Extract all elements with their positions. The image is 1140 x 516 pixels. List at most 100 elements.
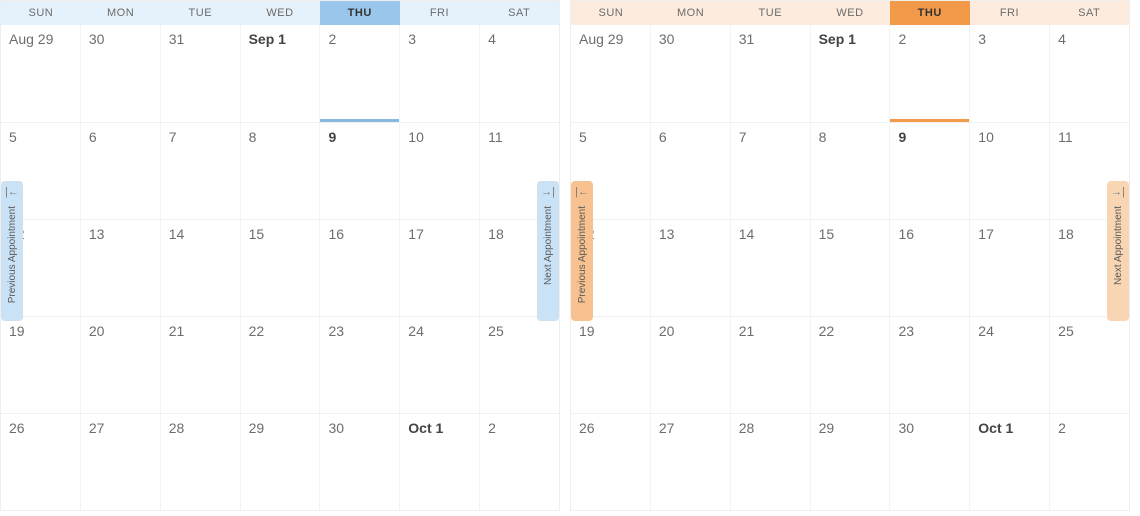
calendar-day[interactable]: 17 [970, 220, 1050, 316]
calendar-day[interactable]: 30 [81, 25, 161, 122]
calendar-day[interactable]: 15 [811, 220, 891, 316]
day-label: 21 [169, 323, 185, 339]
calendar-day[interactable]: 31 [731, 25, 811, 122]
next-appointment-button[interactable]: →| Next Appointment [1107, 181, 1129, 321]
calendar-day[interactable]: 22 [811, 317, 891, 413]
calendar-day-today[interactable]: 2 [890, 25, 970, 122]
calendar-day[interactable]: 30 [890, 414, 970, 510]
calendar-day[interactable]: 14 [161, 220, 241, 316]
day-label: 29 [819, 420, 835, 436]
calendar-day[interactable]: Sep 1 [811, 25, 891, 122]
calendar-grid: Aug 29 30 31 Sep 1 2 3 4 5 6 7 8 9 10 11… [1, 25, 559, 510]
calendar-day[interactable]: 13 [651, 220, 731, 316]
day-label: 9 [328, 129, 336, 145]
day-label: 8 [819, 129, 827, 145]
arrow-right-icon: →| [1111, 187, 1125, 198]
previous-appointment-label: Previous Appointment [577, 206, 588, 303]
calendar-day[interactable]: 24 [400, 317, 480, 413]
arrow-left-icon: |← [575, 187, 589, 198]
next-appointment-label: Next Appointment [543, 206, 554, 285]
day-label: 18 [1058, 226, 1074, 242]
calendar-day[interactable]: 16 [320, 220, 400, 316]
weekday-header: SUN MON TUE WED THU FRI SAT [1, 1, 559, 25]
weekday-thu: THU [320, 1, 400, 25]
calendar-day[interactable]: Oct 1 [400, 414, 480, 510]
calendar-day[interactable]: 26 [571, 414, 651, 510]
day-label: 23 [898, 323, 914, 339]
calendar-day[interactable]: 30 [651, 25, 731, 122]
calendar-day[interactable]: 25 [1050, 317, 1129, 413]
calendar-week: 12 13 14 15 16 17 18 [571, 219, 1129, 316]
calendar-day[interactable]: 8 [241, 123, 321, 219]
calendar-day[interactable]: Sep 1 [241, 25, 321, 122]
weekday-sun: SUN [571, 1, 651, 25]
calendar-day[interactable]: 9 [320, 123, 400, 219]
calendar-day[interactable]: 29 [241, 414, 321, 510]
calendar-day[interactable]: 27 [81, 414, 161, 510]
calendar-day[interactable]: 22 [241, 317, 321, 413]
calendar-day[interactable]: 26 [1, 414, 81, 510]
calendar-week: 19 20 21 22 23 24 25 [571, 316, 1129, 413]
calendar-day[interactable]: 23 [890, 317, 970, 413]
calendar-day[interactable]: 16 [890, 220, 970, 316]
calendar-day[interactable]: 30 [320, 414, 400, 510]
calendar-day[interactable]: 10 [970, 123, 1050, 219]
day-label: 11 [1058, 129, 1073, 145]
calendar-day[interactable]: 19 [571, 317, 651, 413]
calendar-day[interactable]: 27 [651, 414, 731, 510]
next-appointment-button[interactable]: →| Next Appointment [537, 181, 559, 321]
previous-appointment-button[interactable]: |← Previous Appointment [571, 181, 593, 321]
calendar-day[interactable]: 4 [480, 25, 559, 122]
calendar-day[interactable]: 2 [480, 414, 559, 510]
day-label: 18 [488, 226, 504, 242]
calendar-day[interactable]: Aug 29 [1, 25, 81, 122]
calendar-day[interactable]: 2 [1050, 414, 1129, 510]
calendar-day[interactable]: 6 [651, 123, 731, 219]
day-label: 31 [739, 31, 755, 47]
calendar-day[interactable]: 9 [890, 123, 970, 219]
calendar-day[interactable]: 31 [161, 25, 241, 122]
calendar-day-today[interactable]: 2 [320, 25, 400, 122]
previous-appointment-button[interactable]: |← Previous Appointment [1, 181, 23, 321]
calendar-day[interactable]: Aug 29 [571, 25, 651, 122]
day-label: 30 [659, 31, 675, 47]
calendar-day[interactable]: 17 [400, 220, 480, 316]
day-label: 26 [579, 420, 595, 436]
day-label: 17 [408, 226, 424, 242]
day-label: 6 [659, 129, 667, 145]
calendar-day[interactable]: 19 [1, 317, 81, 413]
calendar-day[interactable]: 21 [731, 317, 811, 413]
calendar-day[interactable]: 13 [81, 220, 161, 316]
calendar-day[interactable]: 7 [161, 123, 241, 219]
calendar-grid: Aug 29 30 31 Sep 1 2 3 4 5 6 7 8 9 10 11… [571, 25, 1129, 510]
calendar-day[interactable]: 23 [320, 317, 400, 413]
calendar-day[interactable]: 8 [811, 123, 891, 219]
next-appointment-label: Next Appointment [1113, 206, 1124, 285]
calendar-day[interactable]: 21 [161, 317, 241, 413]
calendar-day[interactable]: 25 [480, 317, 559, 413]
calendar-day[interactable]: Oct 1 [970, 414, 1050, 510]
day-label: Sep 1 [819, 31, 856, 47]
calendar-day[interactable]: 15 [241, 220, 321, 316]
day-label: Oct 1 [978, 420, 1013, 436]
day-label: 30 [89, 31, 105, 47]
calendar-day[interactable]: 20 [651, 317, 731, 413]
calendar-day[interactable]: 20 [81, 317, 161, 413]
calendar-day[interactable]: 3 [970, 25, 1050, 122]
weekday-sat: SAT [479, 1, 559, 25]
calendar-day[interactable]: 7 [731, 123, 811, 219]
calendar-day[interactable]: 14 [731, 220, 811, 316]
calendar-orange: SUN MON TUE WED THU FRI SAT Aug 29 30 31… [570, 0, 1130, 511]
calendar-wrapper: SUN MON TUE WED THU FRI SAT Aug 29 30 31… [0, 0, 1140, 511]
calendar-day[interactable]: 6 [81, 123, 161, 219]
calendar-day[interactable]: 3 [400, 25, 480, 122]
calendar-day[interactable]: 28 [731, 414, 811, 510]
calendar-day[interactable]: 24 [970, 317, 1050, 413]
day-label: 5 [9, 129, 17, 145]
calendar-day[interactable]: 28 [161, 414, 241, 510]
day-label: 14 [739, 226, 755, 242]
calendar-day[interactable]: 4 [1050, 25, 1129, 122]
calendar-day[interactable]: 10 [400, 123, 480, 219]
calendar-day[interactable]: 29 [811, 414, 891, 510]
calendar-week: 12 13 14 15 16 17 18 [1, 219, 559, 316]
